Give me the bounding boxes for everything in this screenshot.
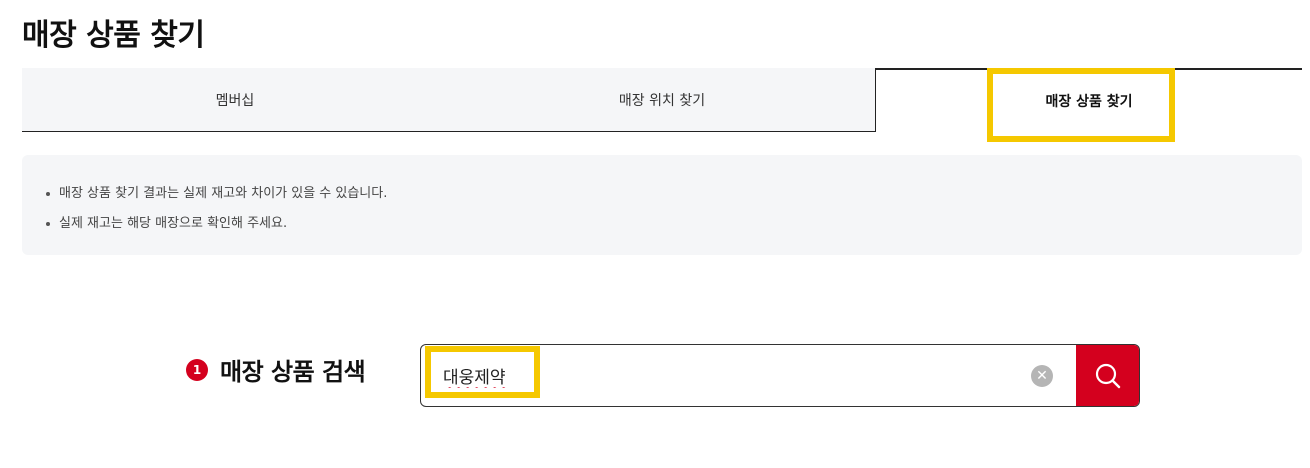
- notice-item: 매장 상품 찾기 결과는 실제 재고와 차이가 있을 수 있습니다.: [46, 179, 1302, 209]
- search-icon: [1095, 363, 1121, 388]
- tab-membership[interactable]: 멤버십: [22, 68, 448, 132]
- bullet-icon: [46, 192, 50, 196]
- search-input[interactable]: [443, 345, 1003, 406]
- search-label-text: 매장 상품 검색: [220, 358, 366, 386]
- page-title: 매장 상품 찾기: [22, 18, 205, 53]
- clear-icon: ✕: [1036, 368, 1048, 384]
- notice-text: 실제 재고는 해당 매장으로 확인해 주세요.: [59, 216, 288, 231]
- notice-item: 실제 재고는 해당 매장으로 확인해 주세요.: [46, 209, 1302, 239]
- notice-panel: 매장 상품 찾기 결과는 실제 재고와 차이가 있을 수 있습니다. 실제 재고…: [22, 155, 1302, 255]
- tab-store-location[interactable]: 매장 위치 찾기: [448, 68, 876, 132]
- tab-store-product-search[interactable]: 매장 상품 찾기: [875, 68, 1302, 132]
- bullet-icon: [46, 222, 50, 226]
- step-badge: 1: [186, 358, 208, 381]
- clear-button[interactable]: ✕: [1031, 365, 1053, 387]
- search-label: 1 매장 상품 검색: [186, 352, 366, 387]
- tab-label: 멤버십: [215, 92, 255, 109]
- notice-text: 매장 상품 찾기 결과는 실제 재고와 차이가 있을 수 있습니다.: [59, 186, 388, 201]
- tab-label: 매장 상품 찾기: [1045, 94, 1133, 110]
- search-box: ✕: [420, 344, 1140, 407]
- tab-bar: 멤버십 매장 위치 찾기 매장 상품 찾기: [22, 68, 1302, 132]
- tab-label: 매장 위치 찾기: [618, 92, 706, 109]
- search-button[interactable]: [1076, 345, 1139, 406]
